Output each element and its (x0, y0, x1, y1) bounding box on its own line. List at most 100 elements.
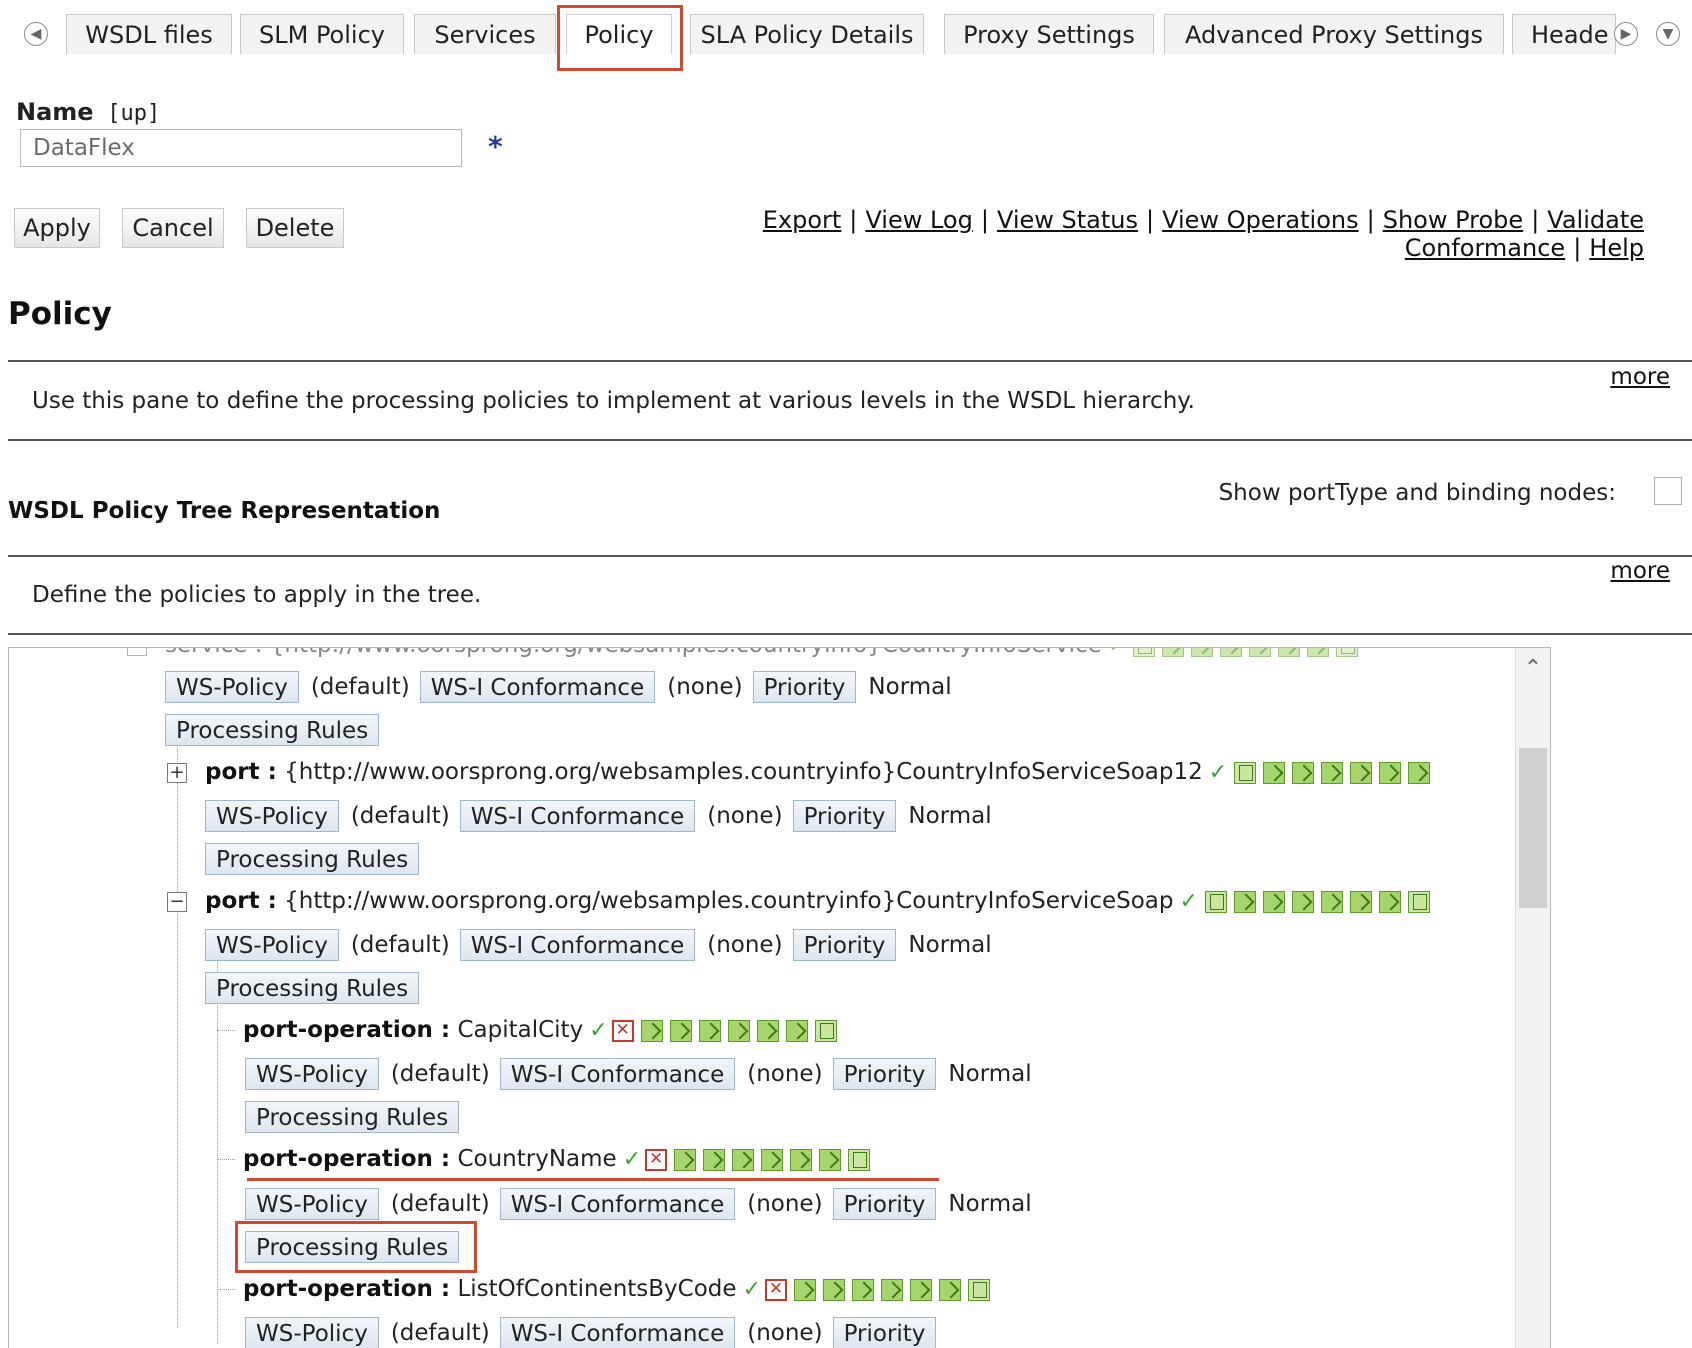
wsi-conformance-button[interactable]: WS-I Conformance (459, 799, 696, 832)
rule-icon[interactable] (794, 1278, 816, 1301)
view-operations-link[interactable]: View Operations (1162, 206, 1359, 234)
cancel-button[interactable]: Cancel (122, 208, 224, 248)
scroll-thumb[interactable] (1519, 748, 1547, 908)
rule-icon[interactable] (1320, 890, 1343, 913)
tree-scrollbar[interactable]: ⌃ (1515, 648, 1550, 1348)
tab-proxy-settings[interactable]: Proxy Settings (944, 14, 1154, 54)
rule-icon[interactable] (1321, 761, 1344, 784)
priority-button[interactable]: Priority (832, 1057, 937, 1090)
tab-wsdl-files[interactable]: WSDL files (66, 14, 232, 54)
rule-icon[interactable] (1408, 761, 1431, 784)
ws-policy-button[interactable]: WS-Policy (245, 1316, 379, 1348)
rule-icon[interactable] (1278, 648, 1301, 657)
tab-services[interactable]: Services (414, 14, 556, 54)
rule-icon[interactable] (669, 1019, 692, 1042)
edit-rule-icon[interactable] (1234, 761, 1257, 784)
rule-icon[interactable] (1233, 890, 1256, 913)
wsi-conformance-button[interactable]: WS-I Conformance (459, 928, 696, 961)
rule-icon[interactable] (640, 1019, 663, 1042)
rule-icon[interactable] (823, 1278, 845, 1301)
rule-icon[interactable] (1191, 648, 1214, 657)
delete-button[interactable]: Delete (246, 208, 344, 248)
rule-icon[interactable] (1291, 890, 1314, 913)
rule-icon[interactable] (790, 1148, 813, 1171)
rule-icon[interactable] (732, 1148, 755, 1171)
priority-button[interactable]: Priority (832, 1187, 937, 1220)
processing-rules-button[interactable]: Processing Rules (245, 1230, 460, 1263)
wsi-conformance-button[interactable]: WS-I Conformance (499, 1057, 736, 1090)
priority-button[interactable]: Priority (752, 670, 857, 703)
tab-headers[interactable]: Heade (1512, 14, 1616, 54)
rule-icon[interactable] (1350, 761, 1373, 784)
rule-icon[interactable] (1307, 648, 1330, 657)
rule-icon[interactable] (1262, 890, 1285, 913)
tab-policy[interactable]: Policy (566, 14, 672, 54)
rule-icon[interactable] (727, 1019, 750, 1042)
rule-icon[interactable] (852, 1278, 874, 1301)
rule-icon[interactable] (703, 1148, 726, 1171)
ws-policy-button[interactable]: WS-Policy (165, 670, 299, 703)
tabs-next-icon[interactable]: ▶ (1614, 22, 1638, 46)
collapse-icon[interactable]: − (167, 891, 187, 912)
rule-icon[interactable] (1249, 648, 1272, 657)
help-link[interactable]: Help (1589, 234, 1644, 262)
name-input[interactable] (20, 129, 462, 167)
rule-icon[interactable] (756, 1019, 779, 1042)
red-x-icon[interactable]: ✕ (611, 1019, 634, 1042)
edit-rule-icon[interactable] (1407, 890, 1430, 913)
rule-icon[interactable] (1292, 761, 1315, 784)
tab-slm-policy[interactable]: SLM Policy (240, 14, 404, 54)
rule-icon[interactable] (1263, 761, 1286, 784)
policy-more-link[interactable]: more (1610, 364, 1670, 390)
edit-rule-icon[interactable] (848, 1148, 871, 1171)
processing-rules-button[interactable]: Processing Rules (165, 713, 380, 746)
ws-policy-button[interactable]: WS-Policy (245, 1057, 379, 1090)
show-probe-link[interactable]: Show Probe (1383, 206, 1523, 234)
rule-icon[interactable] (674, 1148, 697, 1171)
wsi-conformance-button[interactable]: WS-I Conformance (419, 670, 656, 703)
rule-icon[interactable] (761, 1148, 784, 1171)
wsi-conformance-button[interactable]: WS-I Conformance (499, 1187, 736, 1220)
priority-button[interactable]: Priority (792, 928, 897, 961)
rule-icon[interactable] (698, 1019, 721, 1042)
ws-policy-button[interactable]: WS-Policy (245, 1187, 379, 1220)
red-x-icon[interactable]: ✕ (645, 1148, 668, 1171)
show-nodes-checkbox[interactable] (1654, 477, 1682, 505)
processing-rules-button[interactable]: Processing Rules (245, 1100, 460, 1133)
rule-icon[interactable] (1349, 890, 1372, 913)
tree-more-link[interactable]: more (1610, 558, 1670, 584)
priority-button[interactable]: Priority (792, 799, 897, 832)
view-log-link[interactable]: View Log (865, 206, 972, 234)
rule-icon[interactable] (939, 1278, 961, 1301)
ws-policy-button[interactable]: WS-Policy (205, 928, 339, 961)
rule-icon[interactable] (881, 1278, 903, 1301)
rule-icon[interactable] (785, 1019, 808, 1042)
wsi-conformance-button[interactable]: WS-I Conformance (499, 1316, 736, 1348)
tab-sla-policy-details[interactable]: SLA Policy Details (690, 14, 924, 54)
rule-icon[interactable] (910, 1278, 932, 1301)
edit-rule-icon[interactable] (1336, 648, 1359, 657)
tab-advanced-proxy-settings[interactable]: Advanced Proxy Settings (1164, 14, 1504, 54)
export-link[interactable]: Export (763, 206, 842, 234)
collapse-icon[interactable]: − (127, 648, 147, 656)
expand-icon[interactable]: + (167, 762, 187, 783)
rule-icon[interactable] (819, 1148, 842, 1171)
rule-icon[interactable] (1162, 648, 1185, 657)
rule-icon[interactable] (1379, 761, 1402, 784)
priority-button[interactable]: Priority (832, 1316, 937, 1348)
rule-icon[interactable] (1220, 648, 1243, 657)
edit-rule-icon[interactable] (1133, 648, 1156, 657)
edit-rule-icon[interactable] (1204, 890, 1227, 913)
scroll-up-icon[interactable]: ⌃ (1516, 656, 1550, 681)
apply-button[interactable]: Apply (14, 208, 100, 248)
tabs-menu-icon[interactable]: ▼ (1656, 22, 1680, 46)
tabs-prev-icon[interactable]: ◀ (24, 22, 48, 46)
red-x-icon[interactable]: ✕ (765, 1278, 787, 1301)
processing-rules-button[interactable]: Processing Rules (205, 842, 420, 875)
rule-icon[interactable] (1378, 890, 1401, 913)
edit-rule-icon[interactable] (968, 1278, 990, 1301)
processing-rules-button[interactable]: Processing Rules (205, 971, 420, 1004)
ws-policy-button[interactable]: WS-Policy (205, 799, 339, 832)
edit-rule-icon[interactable] (814, 1019, 837, 1042)
view-status-link[interactable]: View Status (997, 206, 1138, 234)
